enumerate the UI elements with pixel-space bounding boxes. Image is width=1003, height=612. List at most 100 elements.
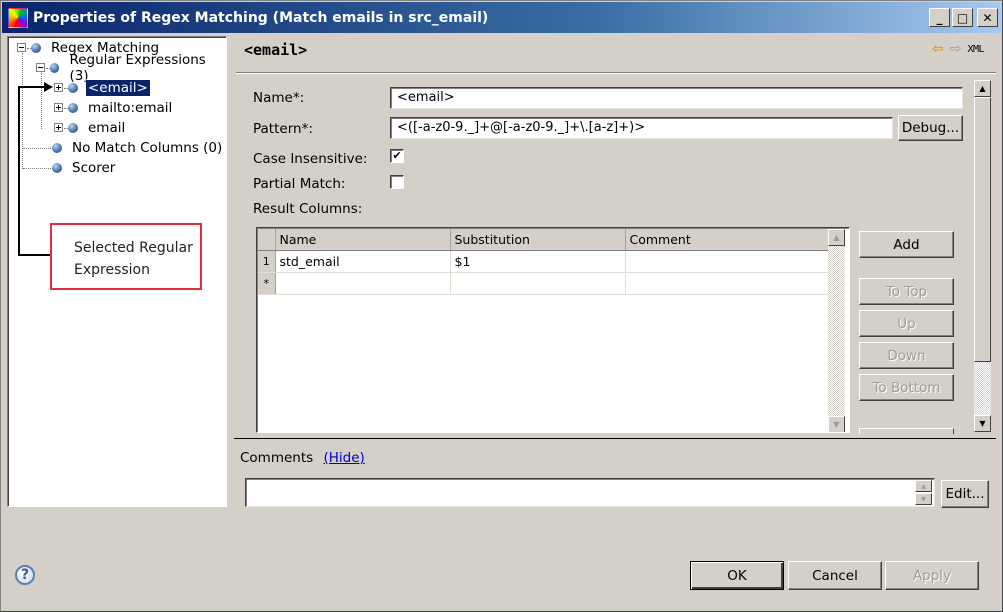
scroll-up-icon[interactable]: ▲ [974, 80, 991, 97]
table-row-new[interactable]: * [258, 272, 830, 295]
hidden-button [859, 428, 954, 434]
expand-icon[interactable] [54, 83, 63, 92]
cancel-button[interactable]: Cancel [788, 561, 882, 590]
table-scrollbar[interactable]: ▲ ▼ [828, 229, 845, 432]
collapse-icon[interactable] [17, 43, 26, 52]
maximize-icon: □ [956, 10, 969, 25]
to-top-button[interactable]: To Top [859, 278, 954, 305]
close-icon: ✕ [982, 10, 993, 25]
column-header-comment[interactable]: Comment [625, 229, 830, 251]
add-button[interactable]: Add [859, 231, 954, 258]
debug-button[interactable]: Debug... [898, 115, 963, 141]
row-marker: 1 [258, 250, 276, 273]
result-table-grid: Name Substitution Comment 1 std_email $1… [258, 229, 830, 295]
row-header-corner [258, 229, 276, 251]
scroll-down-icon[interactable]: ▼ [974, 415, 991, 432]
window-title: Properties of Regex Matching (Match emai… [33, 9, 489, 26]
comments-spinner[interactable]: ▲ ▼ [915, 480, 932, 505]
tree-node-label: Scorer [72, 159, 116, 176]
tree-node-regular-expressions[interactable]: Regular Expressions (3) [36, 52, 226, 84]
node-icon [68, 82, 78, 93]
editor-scrollbar[interactable]: ▲ ▼ [974, 80, 991, 432]
node-icon [49, 62, 60, 73]
pattern-label: Pattern*: [253, 121, 313, 137]
row-marker: * [258, 272, 276, 295]
edit-comments-button[interactable]: Edit... [941, 480, 989, 508]
close-button[interactable]: ✕ [977, 8, 998, 27]
to-bottom-button[interactable]: To Bottom [859, 374, 954, 401]
apply-button[interactable]: Apply [885, 561, 979, 590]
tree-connector [22, 53, 23, 169]
tree-node-mailto-email[interactable]: mailto:email [54, 98, 174, 117]
tree-connector [41, 73, 42, 129]
annotation-text: Selected Regular [74, 240, 193, 256]
cell-name[interactable]: std_email [275, 250, 451, 273]
help-icon[interactable]: ? [15, 565, 35, 585]
minimize-icon: _ [936, 10, 943, 25]
editor-nav: ⇦ ⇨ XML [932, 41, 985, 57]
annotation-line [18, 86, 45, 88]
comments-input[interactable] [245, 478, 935, 507]
annotation-text: Expression [74, 262, 150, 278]
cell-name[interactable] [275, 272, 451, 295]
editor-title: <email> [244, 41, 308, 59]
cell-substitution[interactable] [450, 272, 626, 295]
xml-view-button[interactable]: XML [967, 44, 984, 55]
column-header-name[interactable]: Name [275, 229, 451, 251]
title-bar[interactable]: Properties of Regex Matching (Match emai… [2, 2, 1001, 33]
tree-node-label: email [88, 119, 126, 136]
header-separator [236, 72, 996, 74]
expand-icon[interactable] [54, 123, 63, 132]
scroll-thumb[interactable] [974, 97, 991, 362]
hide-comments-link[interactable]: (Hide) [323, 450, 364, 466]
scroll-up-icon[interactable]: ▲ [828, 229, 845, 246]
node-icon [52, 162, 62, 173]
comments-label: Comments [240, 450, 314, 466]
column-header-substitution[interactable]: Substitution [450, 229, 626, 251]
node-icon [52, 142, 62, 153]
name-input[interactable]: <email> [390, 87, 963, 109]
table-row[interactable]: 1 std_email $1 [258, 250, 830, 273]
tree-node-scorer[interactable]: Scorer [52, 158, 117, 177]
down-button[interactable]: Down [859, 342, 954, 369]
scroll-up-icon[interactable]: ▲ [915, 480, 932, 492]
partial-match-label: Partial Match: [253, 176, 346, 192]
annotation-line [18, 86, 20, 256]
cell-comment[interactable] [625, 272, 830, 295]
case-insensitive-label: Case Insensitive: [253, 151, 368, 167]
node-icon [31, 42, 41, 53]
scroll-down-icon[interactable]: ▼ [915, 493, 932, 505]
node-icon [68, 102, 78, 113]
help-glyph: ? [20, 567, 30, 583]
tree-node-email-regex[interactable]: <email> [54, 78, 151, 97]
expand-icon[interactable] [54, 103, 63, 112]
comments-header: Comments (Hide) [240, 450, 365, 466]
table-header-row: Name Substitution Comment [258, 229, 830, 251]
annotation-callout: Selected Regular Expression [50, 223, 202, 290]
forward-arrow-icon[interactable]: ⇨ [950, 41, 962, 57]
cell-substitution[interactable]: $1 [450, 250, 626, 273]
ok-button[interactable]: OK [690, 561, 784, 590]
name-label: Name*: [253, 90, 305, 106]
properties-dialog: Properties of Regex Matching (Match emai… [0, 0, 1003, 612]
tree-node-label: mailto:email [88, 99, 173, 116]
cell-comment[interactable] [625, 250, 830, 273]
case-insensitive-checkbox[interactable]: ✔ [390, 149, 404, 163]
minimize-button[interactable]: _ [929, 8, 950, 27]
tree-connector [23, 168, 53, 169]
tree-node-email[interactable]: email [54, 118, 127, 137]
tree-node-label: No Match Columns (0) [72, 139, 223, 156]
annotation-line [18, 254, 51, 256]
result-columns-table[interactable]: Name Substitution Comment 1 std_email $1… [256, 227, 850, 433]
tree-node-label: <email> [85, 78, 151, 97]
partial-match-checkbox[interactable] [390, 175, 404, 189]
tree-node-no-match-columns[interactable]: No Match Columns (0) [52, 138, 224, 157]
scroll-down-icon[interactable]: ▼ [828, 416, 845, 432]
app-icon [8, 7, 28, 28]
back-arrow-icon[interactable]: ⇦ [932, 41, 944, 57]
pattern-input[interactable]: <([-a-z0-9._]+@[-a-z0-9._]+\.[a-z]+)> [390, 117, 893, 139]
maximize-button[interactable]: □ [952, 8, 973, 27]
annotation-arrow-icon [44, 82, 53, 92]
collapse-icon[interactable] [36, 63, 45, 72]
up-button[interactable]: Up [859, 310, 954, 337]
